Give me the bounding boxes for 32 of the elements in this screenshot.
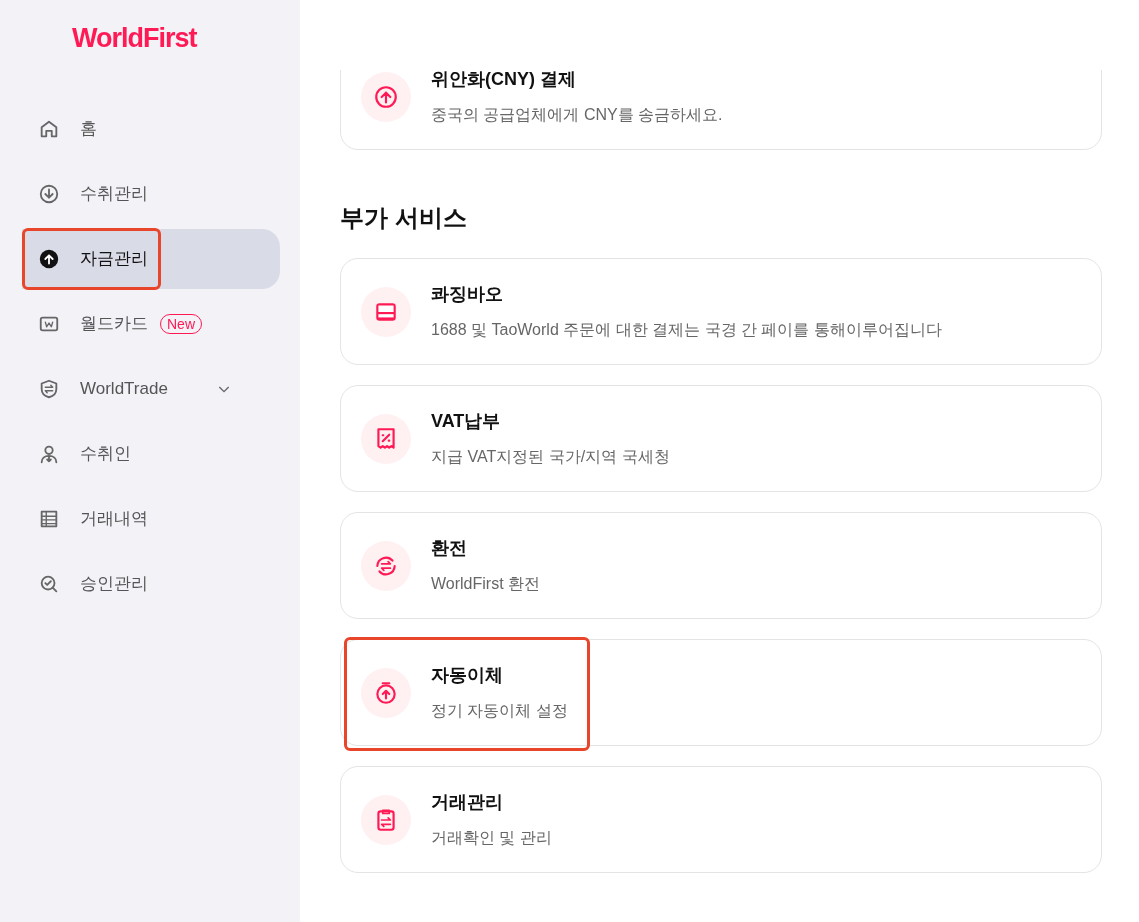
- card-title: 거래관리: [431, 791, 504, 814]
- card-description: 정기 자동이체 설정: [431, 701, 568, 721]
- download-icon: [38, 182, 60, 205]
- sidebar-item[interactable]: 수취인: [22, 423, 280, 484]
- service-card[interactable]: VAT납부 지급 VAT지정된 국가/지역 국세청: [340, 385, 1102, 492]
- service-card[interactable]: 거래관리 거래확인 및 관리: [340, 766, 1102, 873]
- sidebar-item[interactable]: 홈: [22, 98, 280, 159]
- upload-icon: [373, 83, 399, 110]
- card-title: 자동이체: [431, 664, 504, 687]
- card-description: 거래확인 및 관리: [431, 828, 552, 848]
- service-card[interactable]: 위안화(CNY) 결제 중국의 공급업체에게 CNY를 송금하세요.: [340, 70, 1102, 150]
- card-title: 위안화(CNY) 결제: [431, 70, 577, 91]
- card-description: 1688 및 TaoWorld 주문에 대한 결제는 국경 간 페이를 통해이루어집니다: [431, 320, 942, 340]
- sidebar-item[interactable]: 승인관리: [22, 553, 280, 614]
- card-description: 지급 VAT지정된 국가/지역 국세청: [431, 447, 670, 467]
- section-title: 부가 서비스: [340, 203, 468, 233]
- sidebar-item[interactable]: WorldTrade: [22, 358, 280, 419]
- card-description: 중국의 공급업체에게 CNY를 송금하세요.: [431, 105, 723, 125]
- shield-icon: [38, 377, 60, 400]
- timer-icon: [373, 679, 399, 706]
- sidebar-item[interactable]: 거래내역: [22, 488, 280, 549]
- card-title: 환전: [431, 537, 468, 560]
- sidebar-item[interactable]: 수취관리: [22, 163, 280, 224]
- upload-icon: [38, 247, 60, 270]
- sidebar-item[interactable]: 자금관리: [22, 228, 280, 289]
- card-description: WorldFirst 환전: [431, 574, 541, 594]
- logo: WorldFirst: [72, 22, 197, 55]
- service-card[interactable]: 환전 WorldFirst 환전: [340, 512, 1102, 619]
- service-card[interactable]: 콰징바오 1688 및 TaoWorld 주문에 대한 결제는 국경 간 페이를 통해이루어집니다: [340, 258, 1102, 365]
- sidebar-item[interactable]: 월드카드 New: [22, 293, 280, 354]
- card-title: VAT납부: [431, 410, 502, 433]
- card-title: 콰징바오: [431, 283, 504, 306]
